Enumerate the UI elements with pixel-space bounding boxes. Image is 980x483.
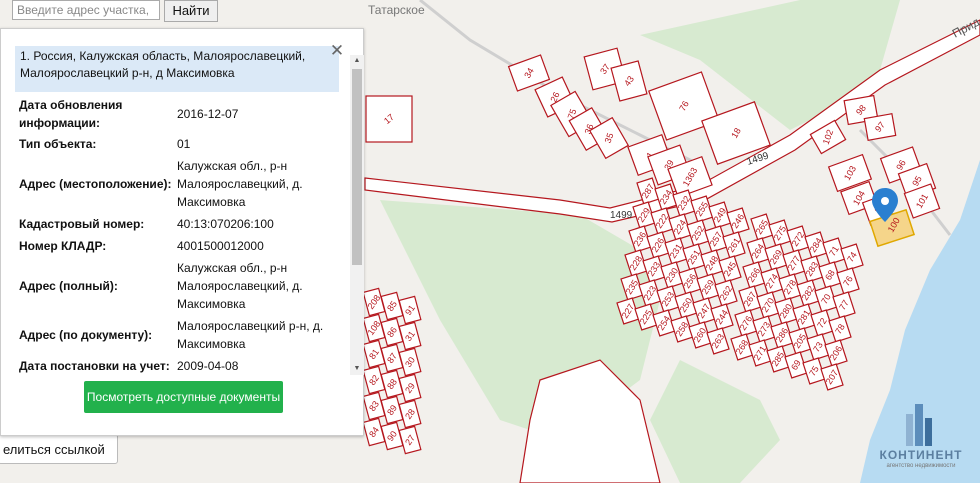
- logo-name: КОНТИНЕНТ: [879, 448, 963, 462]
- place-label-village: Татарское: [368, 3, 425, 17]
- value-kladr-number: 4001500012000: [177, 239, 264, 253]
- value-location-address: Калужская обл., р-н Малоярославецкий, д.…: [177, 159, 303, 209]
- parcel-info-panel: 1. Россия, Калужская область, Малояросла…: [0, 28, 364, 436]
- scroll-down-icon[interactable]: ▼: [350, 363, 364, 375]
- logo-tagline: агентство недвижимости: [886, 463, 956, 469]
- share-link-button[interactable]: елиться ссылкой: [0, 434, 118, 464]
- label-kladr-number: Номер КЛАДР:: [19, 239, 107, 253]
- label-object-type: Тип объекта:: [19, 137, 97, 151]
- road-number-label-2: 1499: [610, 210, 633, 221]
- label-document-address: Адрес (по документу):: [19, 328, 153, 342]
- label-location-address: Адрес (местоположение):: [19, 177, 172, 191]
- value-update-date: 2016-12-07: [177, 107, 239, 121]
- value-cadastral-number: 40:13:070206:100: [177, 217, 274, 231]
- parcel[interactable]: 17: [365, 95, 413, 143]
- value-full-address: Калужская обл., р-н Малоярославецкий, д.…: [177, 261, 303, 311]
- label-update-date: Дата обновления информации:: [19, 98, 123, 130]
- find-button[interactable]: Найти: [164, 0, 218, 22]
- value-object-type: 01: [177, 137, 191, 151]
- close-icon[interactable]: ✕: [329, 42, 345, 59]
- view-documents-button[interactable]: Посмотреть доступные документы: [84, 381, 283, 413]
- label-full-address: Адрес (полный):: [19, 279, 118, 293]
- label-cadastral-number: Кадастровый номер:: [19, 217, 145, 231]
- scrollbar-thumb[interactable]: [352, 69, 362, 265]
- building-logo-icon: [906, 404, 932, 446]
- address-search-input[interactable]: [12, 0, 160, 20]
- scroll-up-icon[interactable]: ▲: [350, 55, 364, 67]
- value-document-address: Малоярославецкий р-н, д. Максимовка: [177, 319, 324, 351]
- parcel-address-header: 1. Россия, Калужская область, Малояросла…: [15, 46, 339, 92]
- parcel[interactable]: 97: [863, 113, 897, 141]
- panel-scrollbar[interactable]: ▲ ▼: [350, 55, 364, 375]
- label-registration-date: Дата постановки на учет:: [19, 359, 170, 373]
- value-registration-date: 2009-04-08: [177, 359, 239, 373]
- kontinent-logo: КОНТИНЕНТ агентство недвижимости: [866, 400, 976, 478]
